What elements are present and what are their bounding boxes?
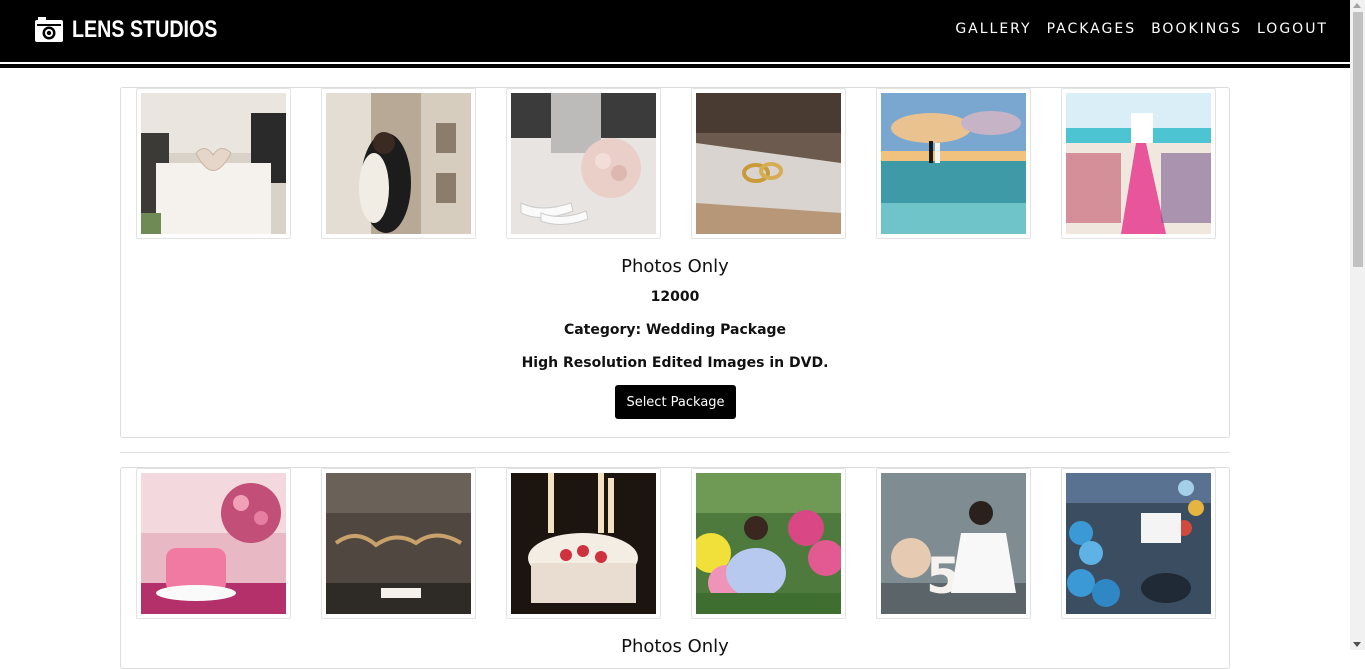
package-thumbnail[interactable] <box>876 88 1031 239</box>
package-category: Category: Wedding Package <box>563 322 787 338</box>
beach-ceremony-aisle-image <box>1066 93 1211 234</box>
package-card: Photos Only 12000 Category: Wedding Pack… <box>120 87 1230 438</box>
nav-gallery[interactable]: GALLERY <box>955 21 1031 37</box>
navbar-underline <box>0 64 1350 68</box>
nav-logout[interactable]: LOGOUT <box>1257 21 1328 37</box>
navbar: LENS STUDIOS GALLERY PACKAGES BOOKINGS L… <box>0 0 1350 62</box>
package-thumbnail[interactable] <box>321 468 476 619</box>
package-thumbnail[interactable] <box>506 88 661 239</box>
happy-birthday-balloons-image <box>326 473 471 614</box>
scroll-down-arrow-icon[interactable] <box>1353 642 1361 647</box>
package-thumbnail[interactable] <box>321 88 476 239</box>
package-title: Photos Only <box>621 636 729 657</box>
select-package-button[interactable]: Select Package <box>615 385 736 419</box>
brand-name: LENS STUDIOS <box>72 16 218 43</box>
pink-cake-flowers-image <box>141 473 286 614</box>
package-price: 12000 <box>650 289 700 305</box>
package-thumbnail[interactable] <box>691 468 846 619</box>
beach-couple-sunset-image <box>881 93 1026 234</box>
page-scrollbar[interactable] <box>1350 0 1365 650</box>
package-divider <box>120 452 1230 453</box>
package-card: 5 Photos Only <box>120 467 1230 669</box>
package-thumbnail[interactable] <box>691 88 846 239</box>
package-thumbnail[interactable] <box>506 468 661 619</box>
baby-balloons-image <box>696 473 841 614</box>
package-thumbnail[interactable] <box>1061 88 1216 239</box>
girl-teddy-five-image: 5 <box>881 473 1026 614</box>
package-thumbnail[interactable] <box>136 468 291 619</box>
nav-links: GALLERY PACKAGES BOOKINGS LOGOUT <box>955 21 1328 37</box>
boy-balloons-party-image <box>1066 473 1211 614</box>
wedding-hands-heart-image <box>141 93 286 234</box>
package-thumbnail[interactable]: 5 <box>876 468 1031 619</box>
package-thumbnail[interactable] <box>136 88 291 239</box>
wedding-rings-image <box>696 93 841 234</box>
scrollbar-thumb[interactable] <box>1353 12 1363 267</box>
shoes-bouquet-image <box>511 93 656 234</box>
birthday-cake-candles-image <box>511 473 656 614</box>
nav-packages[interactable]: PACKAGES <box>1047 21 1137 37</box>
camera-icon <box>34 17 64 43</box>
package-description: High Resolution Edited Images in DVD. <box>521 355 829 371</box>
scroll-up-arrow-icon[interactable] <box>1353 3 1361 8</box>
couple-kissing-image <box>326 93 471 234</box>
package-thumbnail[interactable] <box>1061 468 1216 619</box>
nav-bookings[interactable]: BOOKINGS <box>1151 21 1242 37</box>
package-title: Photos Only <box>621 256 729 277</box>
brand-logo[interactable]: LENS STUDIOS <box>34 16 249 44</box>
